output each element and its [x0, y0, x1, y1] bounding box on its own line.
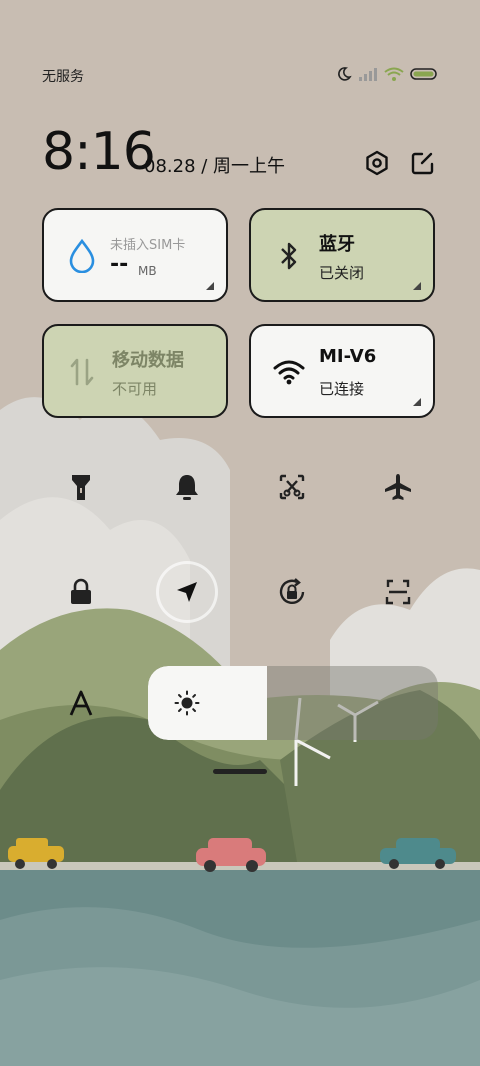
- bluetooth-title: 蓝牙: [319, 234, 355, 255]
- location-icon[interactable]: [159, 564, 215, 620]
- settings-icon[interactable]: [362, 148, 392, 178]
- signal-icon: [358, 67, 378, 85]
- carrier-label: 无服务: [42, 69, 84, 85]
- bluetooth-icon: [273, 238, 305, 274]
- sim-status: 未插入SIM卡: [110, 238, 186, 253]
- sun-icon: [174, 690, 200, 720]
- moon-icon: [336, 66, 352, 86]
- clock-date: 08.28 / 周一上午: [144, 156, 286, 177]
- battery-icon: [410, 67, 438, 85]
- corner-arrow: [413, 398, 421, 406]
- scan-icon[interactable]: [370, 564, 426, 620]
- lock-icon[interactable]: [53, 564, 109, 620]
- clock-header: 8:16 08.28 / 周一上午: [42, 122, 438, 186]
- wifi-status: 已连接: [319, 380, 365, 398]
- wifi-network-name: MI-V6: [319, 346, 377, 367]
- wifi-icon: [273, 354, 305, 390]
- drop-icon: [66, 238, 98, 274]
- wifi-tile[interactable]: MI-V6 已连接: [249, 324, 435, 418]
- mobile-data-title: 移动数据: [112, 350, 184, 371]
- brightness-slider[interactable]: [148, 666, 438, 740]
- rotation-lock-icon[interactable]: [264, 564, 320, 620]
- flashlight-icon[interactable]: [53, 459, 109, 515]
- data-usage-value: --: [110, 252, 129, 277]
- mobile-data-usage-tile[interactable]: 未插入SIM卡 -- MB: [42, 208, 228, 302]
- mobile-data-status: 不可用: [112, 380, 158, 398]
- airplane-icon[interactable]: [370, 459, 426, 515]
- clock-time: 8:16: [42, 122, 156, 182]
- data-arrows-icon: [66, 354, 98, 390]
- bluetooth-tile[interactable]: 蓝牙 已关闭: [249, 208, 435, 302]
- brightness-fill: [148, 666, 267, 740]
- data-usage-unit: MB: [138, 264, 157, 278]
- bell-icon[interactable]: [159, 459, 215, 515]
- font-size-icon[interactable]: [53, 675, 109, 731]
- drag-handle[interactable]: [213, 769, 267, 774]
- corner-arrow: [413, 282, 421, 290]
- status-bar: 无服务: [42, 62, 438, 90]
- mobile-data-tile[interactable]: 移动数据 不可用: [42, 324, 228, 418]
- edit-icon[interactable]: [408, 148, 438, 178]
- corner-arrow: [206, 282, 214, 290]
- bluetooth-status: 已关闭: [319, 264, 365, 282]
- screenshot-icon[interactable]: [264, 459, 320, 515]
- wifi-icon: [384, 67, 404, 85]
